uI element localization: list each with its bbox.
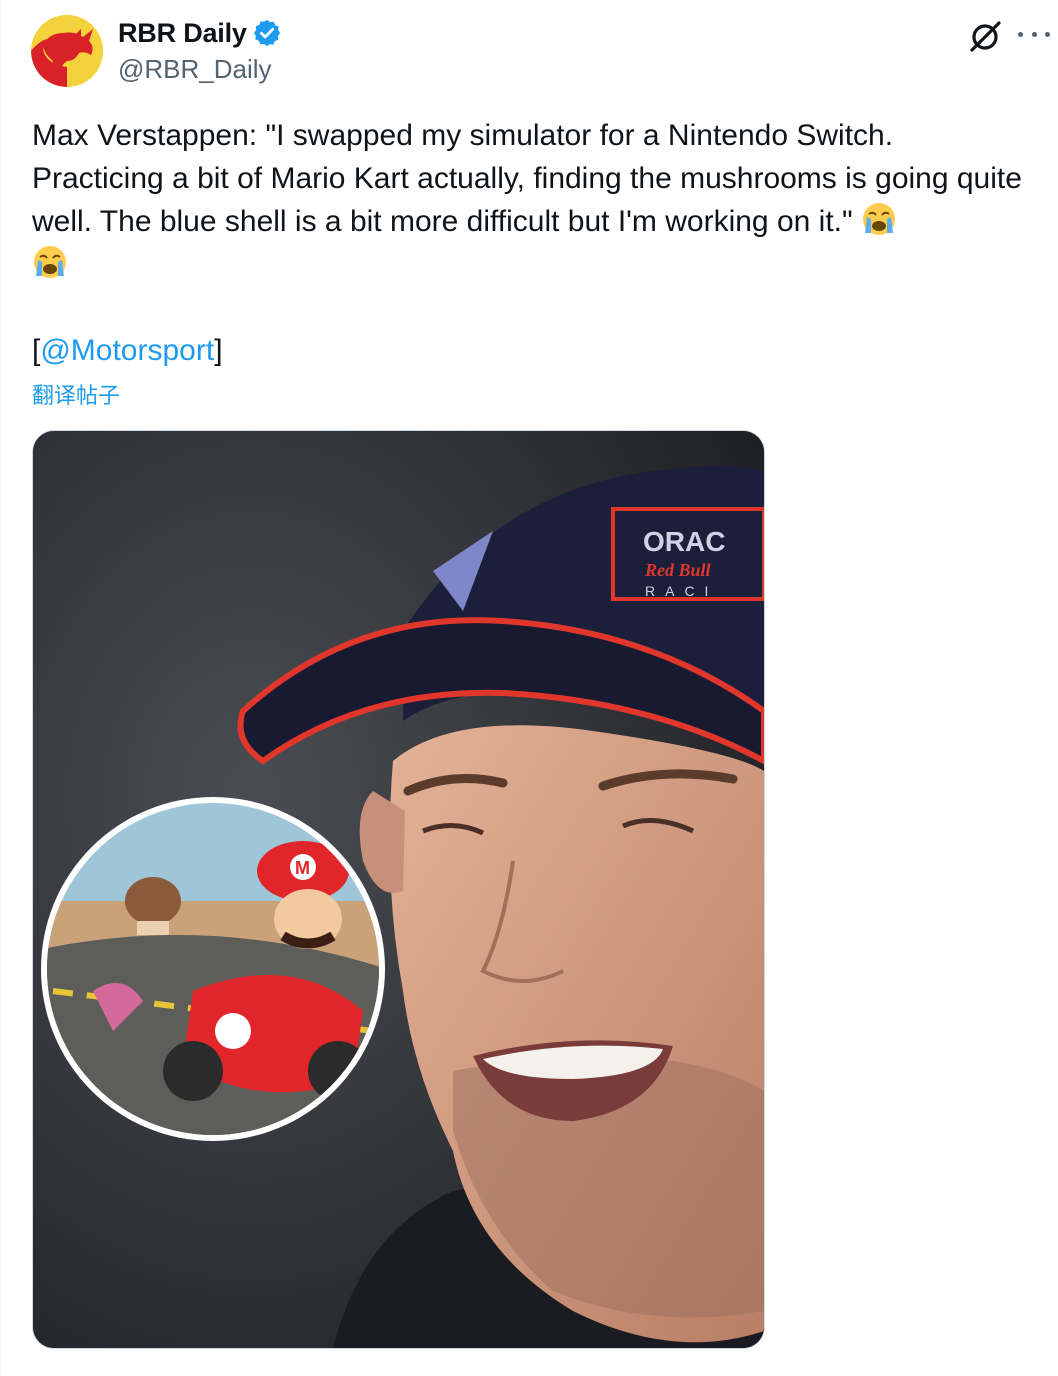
svg-text:Red Bull: Red Bull <box>644 560 711 580</box>
author-name-row[interactable]: RBR Daily <box>118 16 282 50</box>
loudly-crying-face-icon <box>34 246 66 278</box>
display-name[interactable]: RBR Daily <box>118 18 247 49</box>
divider <box>0 0 1 1376</box>
red-bull-logo-icon <box>31 15 103 87</box>
tweet-post[interactable]: RBR Daily @RBR_Daily Max Verstappen: "I … <box>0 0 1058 1376</box>
tweet-text: Max Verstappen: "I swapped my simulator … <box>32 114 1032 286</box>
svg-text:ORAC: ORAC <box>643 526 725 557</box>
svg-text:RACI: RACI <box>645 583 718 599</box>
dot-icon <box>1031 31 1037 37</box>
avatar[interactable] <box>31 15 103 87</box>
svg-text:M: M <box>295 858 310 878</box>
mention-link[interactable]: @Motorsport <box>40 334 214 367</box>
author-handle[interactable]: @RBR_Daily <box>118 54 272 85</box>
translate-post-link[interactable]: 翻译帖子 <box>32 378 120 410</box>
grok-icon[interactable] <box>968 18 1004 54</box>
source-line: [@Motorsport] <box>32 329 223 372</box>
photo-illustration: ORAC Red Bull RACI M <box>33 431 764 1348</box>
tweet-photo[interactable]: ORAC Red Bull RACI M <box>32 430 765 1349</box>
bracket-close: ] <box>214 334 223 367</box>
verified-badge-icon <box>253 19 280 47</box>
loudly-crying-face-icon <box>862 203 895 235</box>
dot-icon <box>1018 31 1023 37</box>
more-options-icon[interactable] <box>1018 22 1050 46</box>
dot-icon <box>1045 31 1050 37</box>
